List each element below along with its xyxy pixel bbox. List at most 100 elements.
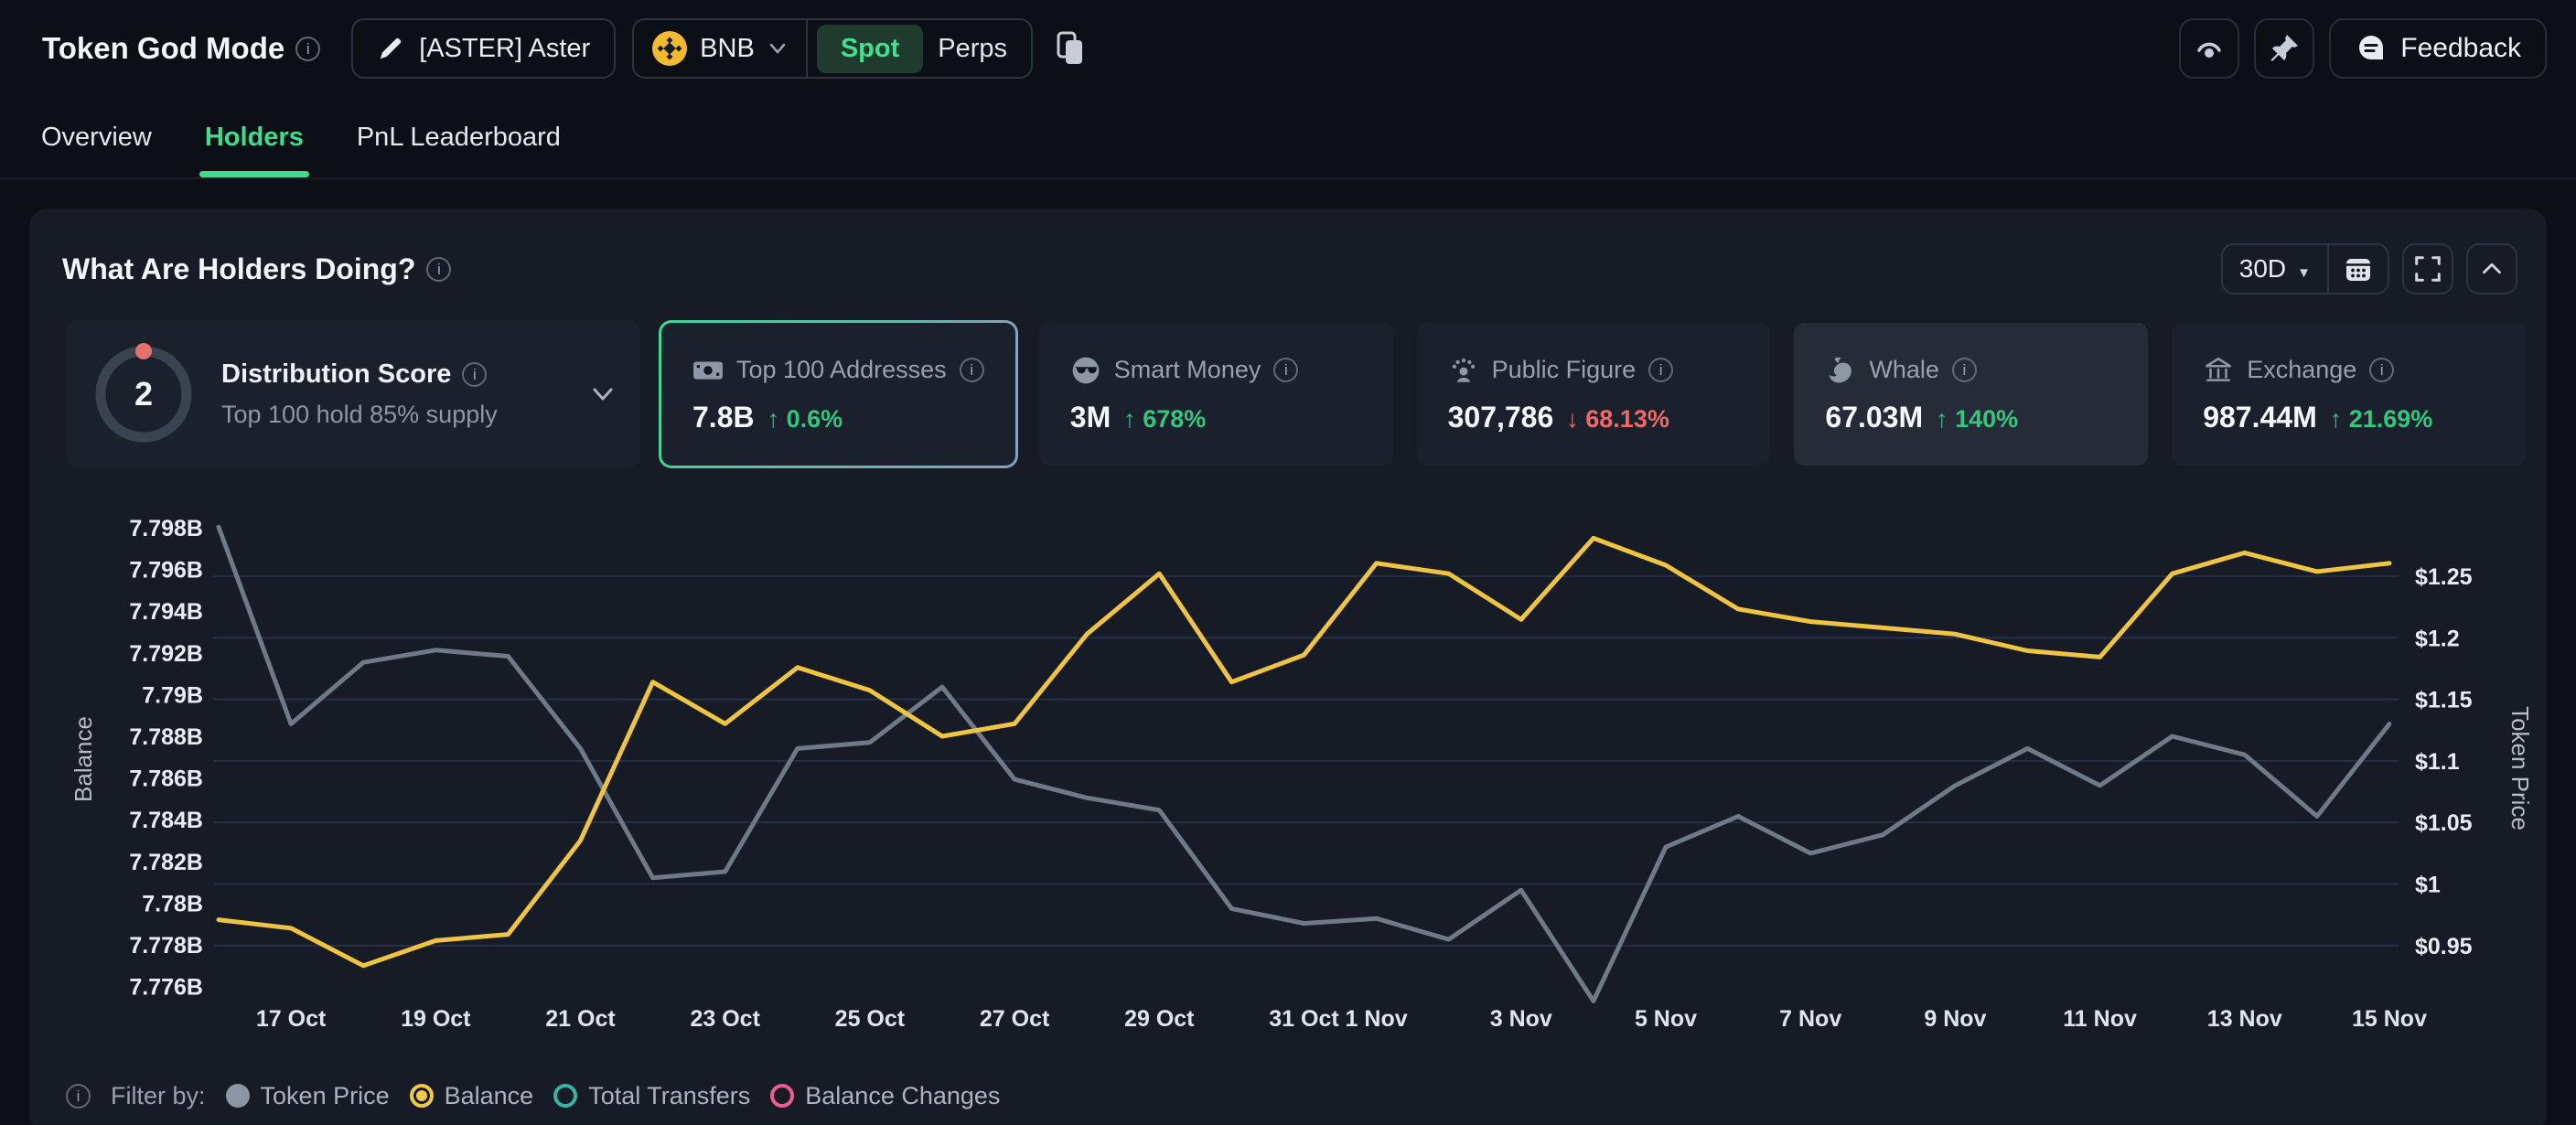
token-price-marker-icon (226, 1084, 250, 1108)
info-icon[interactable] (66, 1084, 91, 1109)
info-icon[interactable] (1273, 358, 1298, 382)
svg-text:7.794B: 7.794B (129, 599, 203, 625)
info-icon[interactable] (2369, 358, 2394, 382)
chart-filter-row: Filter by: Token Price Balance Total Tra… (66, 1076, 1000, 1116)
chain-selector[interactable]: BNB (634, 20, 806, 77)
metric-value: 307,786 (1448, 401, 1554, 434)
svg-text:$1.05: $1.05 (2415, 810, 2473, 836)
svg-text:Balance: Balance (70, 716, 97, 802)
filter-balance[interactable]: Balance (410, 1082, 534, 1110)
panel-controls: 30D (2221, 243, 2517, 295)
svg-text:9 Nov: 9 Nov (1924, 1006, 1986, 1032)
filter-total-transfers[interactable]: Total Transfers (553, 1082, 750, 1110)
copy-address-button[interactable] (1055, 30, 1086, 67)
svg-text:7.788B: 7.788B (129, 724, 203, 750)
metric-value: 7.8B (692, 401, 755, 434)
info-icon[interactable] (426, 257, 451, 282)
public-figure-icon (1448, 355, 1479, 386)
holder-stat-cards: 2 Distribution Score Top 100 hold 85% su… (66, 320, 2528, 468)
card-whale[interactable]: Whale 67.03M ↑ 140% (1791, 320, 2151, 468)
page-tabs: Overview Holders PnL Leaderboard (0, 97, 2576, 179)
svg-text:$1.15: $1.15 (2415, 688, 2473, 713)
feedback-label: Feedback (2400, 33, 2521, 64)
metric-value: 3M (1070, 401, 1111, 434)
token-selector[interactable]: [ASTER] Aster (351, 18, 616, 79)
distribution-score-card[interactable]: 2 Distribution Score Top 100 hold 85% su… (66, 320, 640, 468)
distribution-score-value: 2 (90, 340, 198, 448)
svg-text:7.792B: 7.792B (129, 641, 203, 667)
svg-text:3 Nov: 3 Nov (1490, 1006, 1552, 1032)
svg-text:29 Oct: 29 Oct (1124, 1006, 1195, 1032)
holders-chart-svg: 7.798B7.796B7.794B7.792B7.79B7.788B7.786… (0, 494, 2576, 1061)
card-public-figure[interactable]: Public Figure 307,786 ↓ 68.13% (1414, 320, 1774, 468)
pencil-icon (377, 35, 404, 62)
range-dropdown[interactable]: 30D (2223, 245, 2327, 293)
distribution-gauge: 2 (90, 340, 198, 448)
svg-text:13 Nov: 13 Nov (2207, 1006, 2282, 1032)
balance-marker-icon (410, 1084, 434, 1108)
info-icon[interactable] (1648, 358, 1673, 382)
filter-token-price[interactable]: Token Price (226, 1082, 390, 1110)
fullscreen-button[interactable] (2402, 243, 2453, 295)
balance-changes-marker-icon (770, 1084, 794, 1108)
tab-overview[interactable]: Overview (41, 97, 152, 177)
svg-text:$1.2: $1.2 (2415, 626, 2460, 651)
chevron-down-icon (767, 41, 788, 56)
money-icon (692, 355, 724, 386)
metric-value: 67.03M (1825, 401, 1923, 434)
spot-tab[interactable]: Spot (817, 25, 923, 73)
svg-text:$1: $1 (2415, 873, 2441, 898)
watch-button[interactable] (2179, 18, 2239, 79)
info-icon[interactable] (960, 358, 984, 382)
exchange-icon (2203, 355, 2234, 386)
card-smart-money[interactable]: Smart Money 3M ↑ 678% (1036, 320, 1396, 468)
panel-title: What Are Holders Doing? (62, 252, 415, 286)
svg-text:11 Nov: 11 Nov (2063, 1006, 2137, 1032)
svg-text:7.782B: 7.782B (129, 850, 203, 875)
pin-button[interactable] (2254, 18, 2314, 79)
filter-prefix: Filter by: (111, 1082, 206, 1110)
perps-tab[interactable]: Perps (928, 34, 1031, 64)
info-icon[interactable] (1952, 358, 1977, 382)
header-actions: Feedback (2179, 18, 2547, 79)
info-icon[interactable] (462, 362, 487, 387)
whale-icon (1825, 355, 1856, 386)
holders-chart[interactable]: 7.798B7.796B7.794B7.792B7.79B7.788B7.786… (0, 494, 2576, 1061)
svg-text:27 Oct: 27 Oct (980, 1006, 1050, 1032)
card-top-100-addresses[interactable]: Top 100 Addresses 7.8B ↑ 0.6% (659, 320, 1018, 468)
svg-text:21 Oct: 21 Oct (545, 1006, 616, 1032)
feedback-button[interactable]: Feedback (2329, 18, 2547, 79)
tab-holders[interactable]: Holders (205, 97, 304, 177)
metric-delta: ↑ 140% (1936, 405, 2018, 434)
smart-money-icon (1070, 355, 1101, 386)
calendar-button[interactable] (2329, 245, 2388, 293)
svg-text:17 Oct: 17 Oct (256, 1006, 327, 1032)
filter-balance-changes[interactable]: Balance Changes (770, 1082, 1000, 1110)
svg-text:7.784B: 7.784B (129, 808, 203, 833)
svg-text:7.79B: 7.79B (142, 682, 203, 708)
metric-delta: ↑ 678% (1123, 405, 1206, 434)
distribution-texts: Distribution Score Top 100 hold 85% supp… (221, 359, 498, 429)
info-icon[interactable] (295, 37, 320, 61)
chevron-down-icon (589, 384, 617, 404)
svg-text:5 Nov: 5 Nov (1635, 1006, 1697, 1032)
app-title: Token God Mode (42, 31, 284, 66)
panel-header: What Are Holders Doing? 30D (62, 240, 2517, 298)
range-pill: 30D (2221, 243, 2389, 295)
range-value: 30D (2239, 254, 2286, 284)
svg-text:7.776B: 7.776B (129, 975, 203, 1001)
svg-text:7.78B: 7.78B (142, 891, 203, 916)
copy-icon (1055, 30, 1086, 67)
metric-delta: ↓ 68.13% (1566, 405, 1669, 434)
svg-text:19 Oct: 19 Oct (401, 1006, 471, 1032)
pin-icon (2268, 32, 2301, 65)
svg-text:7.786B: 7.786B (129, 766, 203, 792)
tab-pnl-leaderboard[interactable]: PnL Leaderboard (357, 97, 561, 177)
collapse-button[interactable] (2466, 243, 2517, 295)
svg-text:Token Price: Token Price (2506, 706, 2534, 830)
svg-text:7.796B: 7.796B (129, 558, 203, 584)
bnb-coin-icon (652, 31, 687, 66)
card-exchange[interactable]: Exchange 987.44M ↑ 21.69% (2169, 320, 2528, 468)
svg-text:$1.1: $1.1 (2415, 749, 2460, 775)
chain-market-pill: BNB Spot Perps (632, 18, 1033, 79)
